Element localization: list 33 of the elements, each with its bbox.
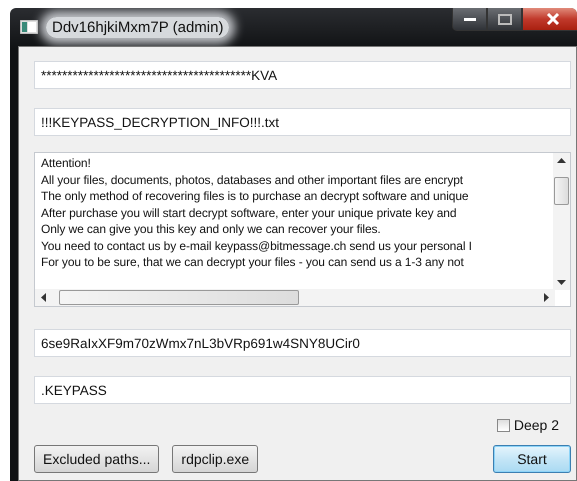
left-arrow-icon <box>41 293 46 302</box>
message-line: All your files, documents, photos, databases and other important files are encrypt <box>41 172 464 188</box>
message-line: After purchase you will start decrypt software, enter your unique private key and <box>41 204 456 221</box>
horizontal-scrollbar[interactable] <box>35 289 555 306</box>
key-field[interactable]: 6se9RaIxXF9m70zWmx7nL3bVRp691w4SNY8UCir0 <box>34 329 571 357</box>
excluded-paths-button[interactable]: Excluded paths... <box>34 445 160 473</box>
text-field[interactable]: !!!KEYPASS_DECRYPTION_INFO!!!.txt <box>34 108 571 136</box>
message-line: You need to contact us by e-mail keypass@bitmessage.ch send us your personal I <box>41 238 472 254</box>
window-title: Ddv16hjkiMxm7P (admin) <box>46 16 230 38</box>
message-line: The only method of recovering files is to purchase an decrypt software and unique <box>41 188 468 204</box>
scrollbar-thumb[interactable] <box>59 290 299 305</box>
message-line: Only we can give you this key and only we can recover your files. <box>41 221 381 238</box>
text-field[interactable]: ****************************************KVA <box>34 61 571 89</box>
right-arrow-icon <box>544 293 549 302</box>
checkbox-label: Deep 2 <box>514 417 559 433</box>
message-line: For you to be sure, that we can decrypt your files - you can send us a 1-3 any not <box>41 254 464 270</box>
app-icon <box>20 20 38 34</box>
maximize-icon <box>498 14 512 24</box>
vertical-scrollbar[interactable] <box>553 153 570 290</box>
scrollbar-thumb[interactable] <box>554 177 569 205</box>
checkbox[interactable] <box>496 418 510 432</box>
minimize-icon <box>462 16 476 22</box>
message-line: Attention! <box>41 155 91 172</box>
close-icon <box>546 13 560 25</box>
close-button[interactable] <box>522 8 577 31</box>
down-arrow-icon <box>557 280 566 285</box>
maximize-button[interactable] <box>487 8 522 31</box>
up-arrow-icon <box>557 158 566 163</box>
message-box[interactable] <box>34 152 571 307</box>
process-button[interactable]: rdpclip.exe <box>172 445 258 473</box>
minimize-button[interactable] <box>452 8 487 31</box>
extension-field[interactable]: .KEYPASS <box>34 376 571 404</box>
start-button[interactable]: Start <box>493 445 571 473</box>
